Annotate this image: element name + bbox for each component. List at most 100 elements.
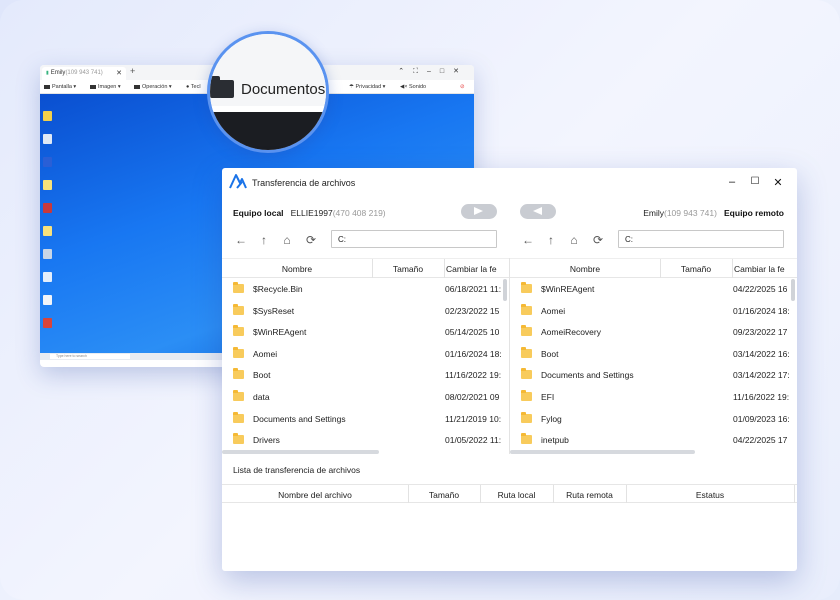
toolbar-pantalla[interactable]: Pantalla ▾ (44, 84, 76, 90)
maximize-button[interactable]: ☐ (748, 176, 762, 187)
remote-file-row[interactable]: inetpub 04/22/2025 17 (510, 429, 797, 451)
remote-path-input[interactable] (618, 230, 784, 248)
close-tab-icon[interactable]: ✕ (116, 69, 122, 77)
disconnect-icon[interactable]: ⊘ (460, 84, 465, 90)
toolbar-operacion[interactable]: Operación ▾ (134, 84, 172, 90)
col-status-header[interactable]: Estatus (626, 490, 794, 500)
send-to-local-button[interactable] (520, 204, 556, 219)
toolbar-privacidad[interactable]: ☂ Privacidad ▾ (349, 84, 385, 90)
desktop-icon[interactable] (43, 318, 52, 328)
refresh-icon[interactable]: ⟳ (591, 232, 605, 248)
remote-file-row[interactable]: Documents and Settings 03/14/2022 17: (510, 364, 797, 386)
file-transfer-window: Transferencia de archivos – ☐ ✕ Equipo l… (222, 168, 797, 571)
magnifier-zoom: Documentos (207, 31, 329, 153)
desktop-icon[interactable] (43, 111, 52, 121)
remote-file-row[interactable]: AomeiRecovery 09/23/2022 17 (510, 321, 797, 343)
remote-file-row[interactable]: Boot 03/14/2022 16: (510, 343, 797, 365)
back-icon[interactable]: ← (521, 232, 535, 248)
home-icon[interactable]: ⌂ (280, 232, 294, 248)
image-icon (90, 84, 96, 89)
desktop-icon[interactable] (43, 295, 52, 305)
remote-session-tab[interactable]: ▮ Emily(109 943 741) ✕ (42, 67, 126, 80)
tab-label: Emily (50, 70, 66, 76)
remote-horizontal-scrollbar[interactable] (510, 450, 695, 454)
toolbar-teclado[interactable]: ● Tecl (186, 84, 201, 90)
col-size-header[interactable]: Tamaño (660, 264, 732, 274)
col-name-header[interactable]: Nombre (222, 264, 372, 274)
desktop-icon[interactable] (43, 157, 52, 167)
col-filename-header[interactable]: Nombre del archivo (222, 490, 408, 500)
folder-icon (521, 303, 532, 315)
remote-file-list: Nombre Tamaño Cambiar la fe $WinREAgent 0… (510, 258, 797, 454)
app-logo-icon (229, 174, 247, 189)
desktop-icon[interactable] (43, 203, 52, 213)
local-file-row[interactable]: $Recycle.Bin 06/18/2021 11:4 (222, 278, 509, 300)
home-icon[interactable]: ⌂ (567, 232, 581, 248)
up-icon[interactable]: ↑ (257, 232, 271, 248)
minimize-button[interactable]: – (725, 176, 739, 188)
transfer-list-title: Lista de transferencia de archivos (233, 465, 361, 475)
tab-id: (109 943 741) (65, 70, 103, 76)
send-to-remote-button[interactable] (461, 204, 497, 219)
monitor-icon (44, 84, 50, 89)
folder-icon (233, 390, 244, 401)
folder-icon (521, 368, 532, 380)
remote-vertical-scrollbar[interactable] (791, 279, 795, 301)
col-name-header[interactable]: Nombre (510, 264, 660, 274)
desktop-icon[interactable] (43, 134, 52, 144)
window-title: Transferencia de archivos (252, 178, 356, 188)
desktop-icon[interactable] (43, 272, 52, 282)
folder-icon (233, 325, 244, 337)
folder-icon (233, 368, 244, 380)
new-tab-icon[interactable]: + (130, 66, 135, 76)
folder-icon (233, 433, 244, 445)
local-file-row[interactable]: data 08/02/2021 09 (222, 386, 509, 408)
col-date-header[interactable]: Cambiar la fe (734, 264, 790, 274)
folder-icon (521, 346, 532, 358)
magnified-label: Documentos (241, 81, 326, 98)
refresh-icon[interactable]: ⟳ (304, 232, 318, 248)
folder-icon (521, 325, 532, 337)
up-icon[interactable]: ↑ (544, 232, 558, 248)
local-file-row[interactable]: $SysReset 02/23/2022 15 (222, 300, 509, 322)
local-list-header: Nombre Tamaño Cambiar la fe (222, 259, 509, 278)
remote-nav: ← ↑ ⌂ ⟳ (521, 232, 621, 250)
local-file-row[interactable]: Boot 11/16/2022 19:0 (222, 364, 509, 386)
col-remote-path-header[interactable]: Ruta remota (553, 490, 626, 500)
col-size-header[interactable]: Tamaño (408, 490, 480, 500)
local-horizontal-scrollbar[interactable] (222, 450, 379, 454)
local-nav: ← ↑ ⌂ ⟳ (234, 232, 334, 250)
remote-file-row[interactable]: Fylog 01/09/2023 16: (510, 408, 797, 430)
background-card: ▮ Emily(109 943 741) ✕ + ⌃⛶–□✕ Pantalla ▾… (0, 0, 840, 600)
desktop-icon[interactable] (43, 226, 52, 236)
folder-icon (521, 282, 532, 293)
local-file-row[interactable]: Documents and Settings 11/21/2019 10:5 (222, 408, 509, 430)
local-path-input[interactable] (331, 230, 497, 248)
remote-file-row[interactable]: $WinREAgent 04/22/2025 16 (510, 278, 797, 300)
folder-icon (521, 411, 532, 423)
remote-header: Emily(109 943 741) Equipo remoto (643, 208, 784, 218)
taskbar-search[interactable]: Type here to search (50, 354, 130, 359)
local-file-row[interactable]: Aomei 01/16/2024 18: (222, 343, 509, 365)
back-icon[interactable]: ← (234, 232, 248, 248)
transfer-list-header: Nombre del archivo Tamaño Ruta local Rut… (222, 484, 797, 503)
remote-window-controls[interactable]: ⌃⛶–□✕ (398, 67, 468, 76)
arrow-right-icon (474, 207, 483, 215)
remote-file-row[interactable]: Aomei 01/16/2024 18: (510, 300, 797, 322)
remote-file-row[interactable]: EFI 11/16/2022 19:2 (510, 386, 797, 408)
signal-icon: ▮ (46, 70, 49, 76)
col-local-path-header[interactable]: Ruta local (480, 490, 553, 500)
col-size-header[interactable]: Tamaño (372, 264, 444, 274)
toolbar-sonido[interactable]: ◀× Sonido (400, 84, 426, 90)
local-vertical-scrollbar[interactable] (503, 279, 507, 301)
desktop-icon[interactable] (43, 249, 52, 259)
remote-list-header: Nombre Tamaño Cambiar la fe (510, 259, 797, 278)
folder-icon (233, 282, 244, 293)
col-date-header[interactable]: Cambiar la fe (446, 264, 502, 274)
folder-icon (233, 411, 244, 423)
local-file-row[interactable]: Drivers 01/05/2022 11: (222, 429, 509, 451)
toolbar-imagen[interactable]: Imagen ▾ (90, 84, 121, 90)
close-button[interactable]: ✕ (771, 176, 785, 189)
desktop-icon[interactable] (43, 180, 52, 190)
local-file-row[interactable]: $WinREAgent 05/14/2025 10 (222, 321, 509, 343)
